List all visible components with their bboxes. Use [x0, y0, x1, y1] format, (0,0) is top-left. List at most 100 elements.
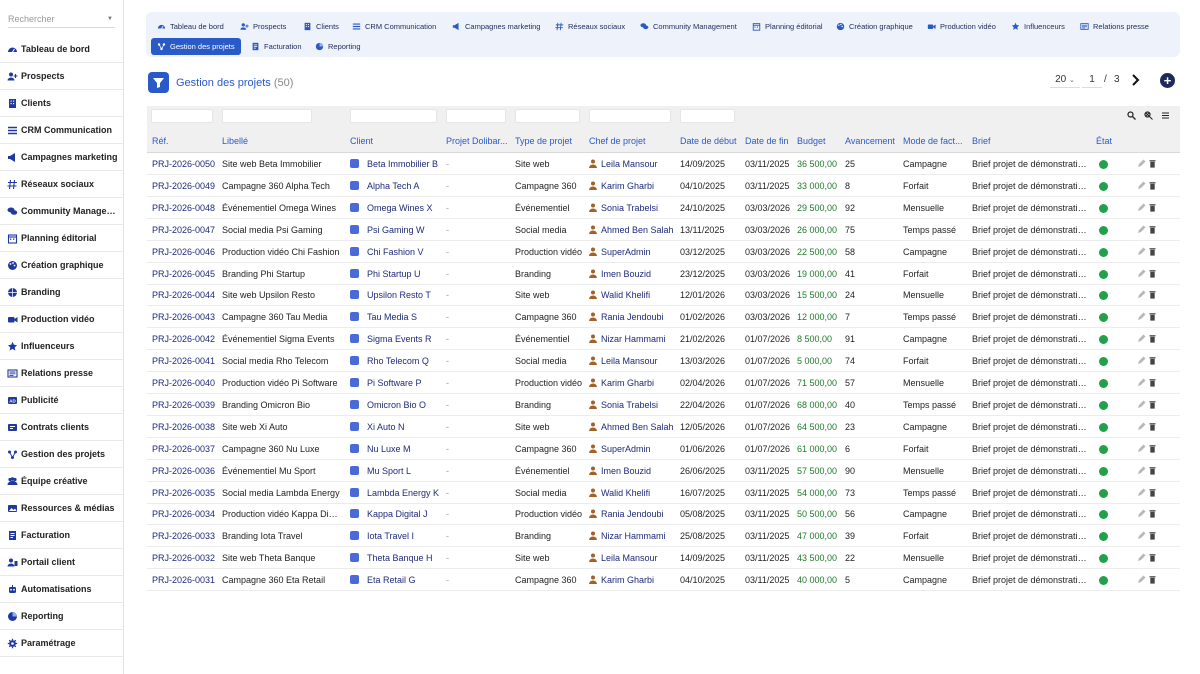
client-link[interactable]: Sigma Events R	[367, 334, 442, 344]
chevron-down-icon[interactable]: ▼	[107, 16, 113, 22]
table-row[interactable]: PRJ-2026-0032 Site web Theta Banque Theta …	[147, 547, 1180, 570]
project-manager-link[interactable]: Ahmed Ben Salah	[601, 225, 681, 235]
tab-community-management[interactable]: Community Management	[634, 18, 743, 35]
table-row[interactable]: PRJ-2026-0033 Branding Iota Travel Iota Tr…	[147, 525, 1180, 548]
sidebar-item-automatisations[interactable]: Automatisations	[0, 576, 123, 603]
edit-icon[interactable]	[1137, 334, 1146, 343]
edit-icon[interactable]	[1137, 159, 1146, 168]
column-header[interactable]: Client	[350, 136, 440, 146]
project-manager-link[interactable]: SuperAdmin	[601, 247, 681, 257]
edit-icon[interactable]	[1137, 575, 1146, 584]
column-header[interactable]: Projet Dolibar...	[446, 136, 512, 146]
sidebar-item-tableau-de-bord[interactable]: Tableau de bord	[0, 36, 123, 63]
columns-list-icon[interactable]	[1161, 111, 1170, 120]
edit-icon[interactable]	[1137, 181, 1146, 190]
edit-icon[interactable]	[1137, 444, 1146, 453]
tab-influenceurs[interactable]: Influenceurs	[1005, 18, 1071, 35]
sidebar-item-ressources-medias[interactable]: Ressources & médias	[0, 495, 123, 522]
client-link[interactable]: Omega Wines X	[367, 203, 442, 213]
filter-chef[interactable]	[589, 109, 671, 123]
sidebar-item-relations-presse[interactable]: Relations presse	[0, 360, 123, 387]
edit-icon[interactable]	[1137, 400, 1146, 409]
project-ref-link[interactable]: PRJ-2026-0033	[152, 531, 218, 541]
sidebar-item-publicite[interactable]: AD Publicité	[0, 387, 123, 414]
project-manager-link[interactable]: Rania Jendoubi	[601, 312, 681, 322]
project-ref-link[interactable]: PRJ-2026-0046	[152, 247, 218, 257]
edit-icon[interactable]	[1137, 203, 1146, 212]
edit-icon[interactable]	[1137, 378, 1146, 387]
sidebar-item-community-management[interactable]: Community Management	[0, 198, 123, 225]
project-manager-link[interactable]: Leila Mansour	[601, 159, 681, 169]
project-ref-link[interactable]: PRJ-2026-0034	[152, 509, 218, 519]
project-ref-link[interactable]: PRJ-2026-0040	[152, 378, 218, 388]
delete-icon[interactable]	[1148, 531, 1157, 540]
project-ref-link[interactable]: PRJ-2026-0050	[152, 159, 218, 169]
edit-icon[interactable]	[1137, 312, 1146, 321]
project-manager-link[interactable]: Leila Mansour	[601, 553, 681, 563]
edit-icon[interactable]	[1137, 225, 1146, 234]
client-link[interactable]: Rho Telecom Q	[367, 356, 442, 366]
search-icon[interactable]	[1127, 111, 1136, 120]
column-header[interactable]: Budget	[797, 136, 843, 146]
column-header[interactable]: Avancement	[845, 136, 901, 146]
table-row[interactable]: PRJ-2026-0031 Campagne 360 Eta Retail Eta …	[147, 569, 1180, 592]
project-ref-link[interactable]: PRJ-2026-0032	[152, 553, 218, 563]
client-link[interactable]: Xi Auto N	[367, 422, 442, 432]
project-ref-link[interactable]: PRJ-2026-0044	[152, 290, 218, 300]
filter-debut[interactable]	[680, 109, 735, 123]
project-ref-link[interactable]: PRJ-2026-0041	[152, 356, 218, 366]
delete-icon[interactable]	[1148, 400, 1157, 409]
sidebar-item-parametrage[interactable]: Paramétrage	[0, 630, 123, 657]
tab-creation-graphique[interactable]: Création graphique	[830, 18, 919, 35]
table-row[interactable]: PRJ-2026-0037 Campagne 360 Nu Luxe Nu Luxe…	[147, 438, 1180, 460]
project-ref-link[interactable]: PRJ-2026-0037	[152, 444, 218, 454]
add-project-button[interactable]: +	[1160, 73, 1175, 88]
delete-icon[interactable]	[1148, 247, 1157, 256]
tab-reporting[interactable]: Reporting	[309, 38, 367, 55]
delete-icon[interactable]	[1148, 334, 1157, 343]
tab-facturation[interactable]: Facturation	[245, 38, 308, 55]
delete-icon[interactable]	[1148, 422, 1157, 431]
client-link[interactable]: Lambda Energy K	[367, 488, 442, 498]
filter-client[interactable]	[350, 109, 437, 123]
project-manager-link[interactable]: Karim Gharbi	[601, 575, 681, 585]
edit-icon[interactable]	[1137, 531, 1146, 540]
column-header[interactable]: État	[1096, 136, 1126, 146]
project-ref-link[interactable]: PRJ-2026-0049	[152, 181, 218, 191]
project-ref-link[interactable]: PRJ-2026-0045	[152, 269, 218, 279]
delete-icon[interactable]	[1148, 488, 1157, 497]
client-link[interactable]: Theta Banque H	[367, 553, 442, 563]
client-link[interactable]: Beta Immobilier B	[367, 159, 442, 169]
sidebar-item-prospects[interactable]: Prospects	[0, 63, 123, 90]
project-ref-link[interactable]: PRJ-2026-0042	[152, 334, 218, 344]
delete-icon[interactable]	[1148, 181, 1157, 190]
delete-icon[interactable]	[1148, 378, 1157, 387]
table-row[interactable]: PRJ-2026-0049 Campagne 360 Alpha Tech Alph…	[147, 175, 1180, 197]
tab-production-video[interactable]: Production vidéo	[921, 18, 1002, 35]
delete-icon[interactable]	[1148, 466, 1157, 475]
edit-icon[interactable]	[1137, 466, 1146, 475]
delete-icon[interactable]	[1148, 312, 1157, 321]
project-ref-link[interactable]: PRJ-2026-0047	[152, 225, 218, 235]
table-row[interactable]: PRJ-2026-0047 Social media Psi Gaming Psi …	[147, 219, 1180, 241]
project-ref-link[interactable]: PRJ-2026-0043	[152, 312, 218, 322]
sidebar-item-planning-editorial[interactable]: Planning éditorial	[0, 225, 123, 252]
sidebar-item-creation-graphique[interactable]: Création graphique	[0, 252, 123, 279]
project-manager-link[interactable]: Karim Gharbi	[601, 378, 681, 388]
client-link[interactable]: Iota Travel I	[367, 531, 442, 541]
table-row[interactable]: PRJ-2026-0048 Événementiel Omega Wines Ome…	[147, 197, 1180, 219]
edit-icon[interactable]	[1137, 422, 1146, 431]
table-row[interactable]: PRJ-2026-0043 Campagne 360 Tau Media Tau M…	[147, 306, 1180, 329]
column-header[interactable]: Type de projet	[515, 136, 585, 146]
project-ref-link[interactable]: PRJ-2026-0036	[152, 466, 218, 476]
edit-icon[interactable]	[1137, 356, 1146, 365]
table-row[interactable]: PRJ-2026-0045 Branding Phi Startup Phi Sta…	[147, 263, 1180, 285]
project-manager-link[interactable]: Imen Bouzid	[601, 269, 681, 279]
tab-relations-presse[interactable]: Relations presse	[1074, 18, 1155, 35]
project-ref-link[interactable]: PRJ-2026-0048	[152, 203, 218, 213]
tab-tableau-de-bord[interactable]: Tableau de bord	[151, 18, 230, 35]
project-manager-link[interactable]: Sonia Trabelsi	[601, 400, 681, 410]
table-row[interactable]: PRJ-2026-0040 Production vidéo Pi Softwar…	[147, 372, 1180, 394]
client-link[interactable]: Mu Sport L	[367, 466, 442, 476]
delete-icon[interactable]	[1148, 444, 1157, 453]
